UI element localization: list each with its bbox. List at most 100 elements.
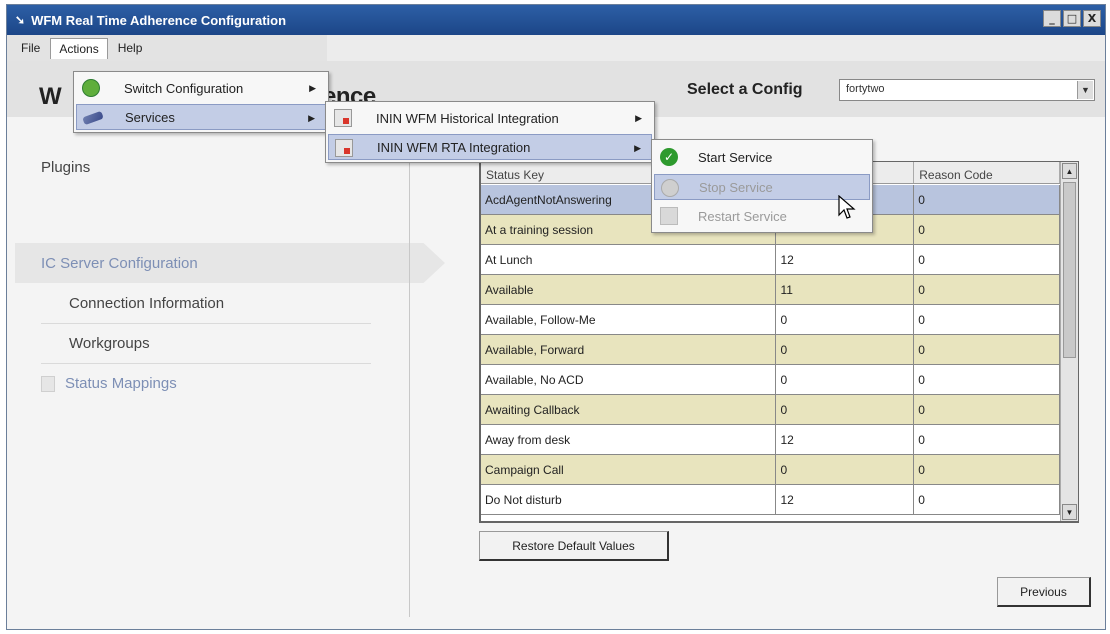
scroll-down-icon[interactable]: ▼ (1062, 504, 1077, 520)
minimize-button[interactable]: _ (1043, 10, 1061, 27)
nav-item-connection[interactable]: Connection Information (69, 295, 224, 312)
previous-button[interactable]: Previous (997, 577, 1091, 607)
nav-item-status-mappings[interactable]: Status Mappings (41, 375, 177, 393)
reason-code-cell[interactable]: 0 (914, 395, 1060, 424)
menu-bar: File Actions Help (7, 35, 327, 61)
value-cell[interactable]: 0 (776, 395, 915, 424)
sidebar-nav: Plugins IC Server Configuration Connecti… (7, 117, 445, 617)
services-menu: ININ WFM Historical Integration ▶ ININ W… (325, 101, 655, 163)
restore-defaults-button[interactable]: Restore Default Values (479, 531, 669, 561)
value-cell[interactable]: 0 (776, 305, 915, 334)
switch-config-icon (82, 79, 100, 97)
table-row[interactable]: Do Not disturb 12 0 (481, 485, 1060, 515)
integration-icon (335, 139, 353, 157)
table-row[interactable]: Available, No ACD 0 0 (481, 365, 1060, 395)
table-row[interactable]: Available, Follow-Me 0 0 (481, 305, 1060, 335)
reason-code-cell[interactable]: 0 (914, 275, 1060, 304)
integration-icon (334, 109, 352, 127)
services-icon (82, 110, 104, 126)
chevron-down-icon[interactable]: ▼ (1077, 81, 1093, 99)
table-row[interactable]: Awaiting Callback 0 0 (481, 395, 1060, 425)
status-key-cell[interactable]: Campaign Call (481, 455, 777, 484)
page-icon (41, 376, 55, 393)
reason-code-cell[interactable]: 0 (914, 215, 1060, 244)
value-cell[interactable]: 12 (776, 425, 915, 454)
menu-item-historical-integration[interactable]: ININ WFM Historical Integration ▶ (328, 105, 652, 131)
menu-item-label: Restart Service (698, 208, 787, 224)
reason-code-cell[interactable]: 0 (914, 365, 1060, 394)
menu-item-label: Switch Configuration (124, 80, 244, 96)
menu-item-start-service[interactable]: ✓ Start Service (654, 144, 870, 170)
actions-menu: Switch Configuration ▶ Services ▶ (73, 71, 329, 133)
reason-code-cell[interactable]: 0 (914, 245, 1060, 274)
window-title: WFM Real Time Adherence Configuration (31, 12, 287, 28)
reason-code-cell[interactable]: 0 (914, 425, 1060, 454)
table-row[interactable]: At Lunch 12 0 (481, 245, 1060, 275)
nav-item-ic-server[interactable]: IC Server Configuration (41, 255, 198, 272)
status-key-cell[interactable]: Do Not disturb (481, 485, 777, 514)
close-button[interactable]: X (1083, 10, 1101, 27)
menu-item-label: Stop Service (699, 179, 773, 195)
status-key-cell[interactable]: Available, Follow-Me (481, 305, 777, 334)
title-bar: ➘ WFM Real Time Adherence Configuration … (7, 5, 1105, 35)
value-cell[interactable]: 12 (776, 485, 915, 514)
status-key-cell[interactable]: Away from desk (481, 425, 777, 454)
nav-item-workgroups[interactable]: Workgroups (69, 335, 150, 352)
reason-code-cell[interactable]: 0 (914, 335, 1060, 364)
reason-code-cell[interactable]: 0 (914, 305, 1060, 334)
table-row[interactable]: Away from desk 12 0 (481, 425, 1060, 455)
submenu-arrow-icon: ▶ (309, 83, 316, 93)
value-cell[interactable]: 0 (776, 365, 915, 394)
menu-help[interactable]: Help (110, 38, 151, 58)
mouse-cursor-icon (838, 195, 856, 219)
menu-item-rta-integration[interactable]: ININ WFM RTA Integration ▶ (328, 134, 652, 160)
panel-divider (409, 117, 410, 617)
reason-code-cell[interactable]: 0 (914, 455, 1060, 484)
menu-item-label: Services (125, 109, 175, 125)
menu-item-label: Start Service (698, 149, 773, 165)
menu-item-label: ININ WFM RTA Integration (377, 139, 531, 155)
nav-item-plugins[interactable]: Plugins (41, 159, 90, 176)
app-window: ➘ WFM Real Time Adherence Configuration … (6, 4, 1106, 630)
menu-item-label: ININ WFM Historical Integration (376, 110, 559, 126)
nav-divider (41, 323, 371, 324)
value-cell[interactable]: 0 (776, 455, 915, 484)
page-title-start: W (39, 83, 62, 110)
config-select[interactable]: fortytwo ▼ (839, 79, 1095, 101)
menu-item-switch-configuration[interactable]: Switch Configuration ▶ (76, 75, 326, 101)
page-title: W ence (39, 83, 376, 111)
table-row[interactable]: Available 11 0 (481, 275, 1060, 305)
green-check-icon: ✓ (660, 148, 678, 166)
stop-icon (661, 179, 679, 197)
status-key-cell[interactable]: Available, No ACD (481, 365, 777, 394)
maximize-button[interactable]: □ (1063, 10, 1081, 27)
status-key-cell[interactable]: Awaiting Callback (481, 395, 777, 424)
submenu-arrow-icon: ▶ (634, 143, 641, 153)
table-row[interactable]: Available, Forward 0 0 (481, 335, 1060, 365)
submenu-arrow-icon: ▶ (308, 113, 315, 123)
grid-scrollbar[interactable]: ▲ ▼ (1060, 162, 1078, 521)
value-cell[interactable]: 0 (776, 335, 915, 364)
nav-item-status-mappings-label: Status Mappings (65, 375, 177, 392)
reason-code-cell[interactable]: 0 (914, 485, 1060, 514)
reason-code-cell[interactable]: 0 (914, 185, 1060, 214)
scroll-thumb[interactable] (1063, 182, 1076, 358)
value-cell[interactable]: 12 (776, 245, 915, 274)
submenu-arrow-icon: ▶ (635, 113, 642, 123)
value-cell[interactable]: 11 (776, 275, 915, 304)
status-key-cell[interactable]: Available, Forward (481, 335, 777, 364)
table-row[interactable]: Campaign Call 0 0 (481, 455, 1060, 485)
column-header-reason-code[interactable]: Reason Code (914, 162, 1060, 183)
nav-divider (41, 363, 371, 364)
scroll-up-icon[interactable]: ▲ (1062, 163, 1077, 179)
window-controls: _ □ X (1043, 10, 1101, 27)
menu-file[interactable]: File (13, 38, 48, 58)
config-select-value: fortytwo (846, 83, 885, 95)
status-key-cell[interactable]: Available (481, 275, 777, 304)
restart-icon (660, 207, 678, 225)
select-config-label: Select a Config (687, 81, 803, 98)
menu-actions[interactable]: Actions (50, 37, 108, 59)
app-icon: ➘ (15, 13, 26, 27)
menu-item-services[interactable]: Services ▶ (76, 104, 326, 130)
status-key-cell[interactable]: At Lunch (481, 245, 777, 274)
